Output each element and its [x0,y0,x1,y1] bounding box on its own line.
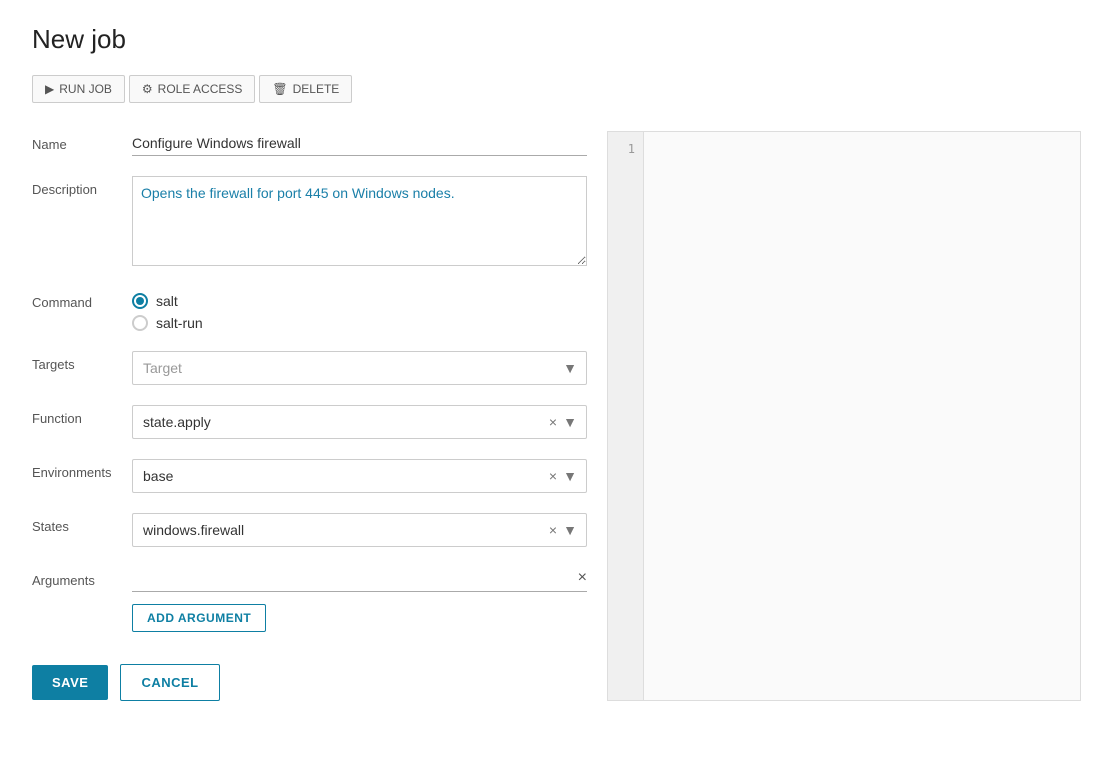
salt-label: salt [156,293,178,309]
states-select[interactable]: windows.firewall [132,513,587,547]
command-row: Command salt salt-run [32,289,587,331]
states-row: States windows.firewall × ▼ [32,513,587,547]
environments-select[interactable]: base [132,459,587,493]
environments-row: Environments base × ▼ [32,459,587,493]
targets-select-wrapper: Target ▼ [132,351,587,385]
description-row: Description [32,176,587,269]
command-salt-option[interactable]: salt [132,293,587,309]
arguments-label: Arguments [32,567,132,588]
command-label: Command [32,289,132,310]
role-access-icon: ⚙ [142,82,153,96]
delete-icon: 🗑 [272,82,287,96]
arguments-row: Arguments × ADD ARGUMENT [32,567,587,632]
add-argument-button[interactable]: ADD ARGUMENT [132,604,266,632]
salt-run-radio[interactable] [132,315,148,331]
command-salt-run-option[interactable]: salt-run [132,315,587,331]
editor-line-numbers: 1 [608,132,644,700]
role-access-button[interactable]: ⚙ ROLE ACCESS [129,75,255,103]
arguments-clear-button[interactable]: × [578,569,587,587]
role-access-label: ROLE ACCESS [158,82,243,96]
function-select[interactable]: state.apply [132,405,587,439]
command-radio-group: salt salt-run [132,289,587,331]
footer-actions: SAVE CANCEL [32,664,587,701]
description-label: Description [32,176,132,197]
delete-label: DELETE [293,82,340,96]
arguments-input[interactable] [132,567,587,592]
name-input[interactable] [132,131,587,156]
name-label: Name [32,131,132,152]
targets-label: Targets [32,351,132,372]
states-select-wrapper: windows.firewall × ▼ [132,513,587,547]
states-clear-button[interactable]: × [547,521,559,539]
page-title: New job [32,24,1081,55]
save-button[interactable]: SAVE [32,665,108,700]
name-row: Name [32,131,587,156]
toolbar: ▶ RUN JOB ⚙ ROLE ACCESS 🗑 DELETE [32,75,1081,103]
delete-button[interactable]: 🗑 DELETE [259,75,352,103]
salt-radio[interactable] [132,293,148,309]
line-number-1: 1 [608,140,643,159]
editor-panel: 1 [607,131,1081,701]
salt-run-label: salt-run [156,315,203,331]
cancel-button[interactable]: CANCEL [120,664,219,701]
environments-label: Environments [32,459,132,480]
states-label: States [32,513,132,534]
environments-clear-button[interactable]: × [547,467,559,485]
targets-row: Targets Target ▼ [32,351,587,385]
run-job-button[interactable]: ▶ RUN JOB [32,75,125,103]
function-select-wrapper: state.apply × ▼ [132,405,587,439]
function-clear-button[interactable]: × [547,413,559,431]
function-label: Function [32,405,132,426]
run-job-label: RUN JOB [59,82,112,96]
environments-select-wrapper: base × ▼ [132,459,587,493]
run-job-icon: ▶ [45,82,54,96]
targets-select[interactable]: Target [132,351,587,385]
description-input[interactable] [132,176,587,266]
function-row: Function state.apply × ▼ [32,405,587,439]
